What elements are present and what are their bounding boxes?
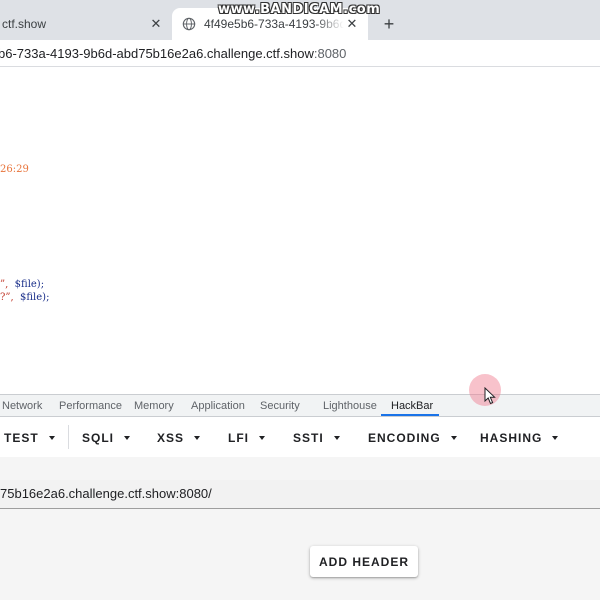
code-timestamp: 26:29: [0, 164, 29, 175]
devtools-tab-network[interactable]: Network: [2, 400, 42, 412]
hackbar-panel: [0, 457, 600, 600]
caret-down-icon: [552, 435, 559, 440]
caret-down-icon: [259, 435, 265, 440]
menu-label: TEST: [4, 431, 39, 445]
menu-label: ENCODING: [368, 431, 441, 445]
url-port: :8080: [313, 45, 347, 61]
active-tab-indicator: [381, 414, 439, 416]
code-variable: $file);: [14, 279, 45, 290]
hackbar-menu-ssti[interactable]: SSTI: [293, 431, 340, 445]
close-icon[interactable]: ✕: [148, 16, 164, 32]
hackbar-toolbar: TEST SQLI XSS LFI SSTI ENCODING HASHING: [0, 417, 600, 457]
address-bar[interactable]: b6-733a-4193-9b6d-abd75b16e2a6.challenge…: [0, 40, 600, 67]
devtools-tab-performance[interactable]: Performance: [59, 400, 122, 412]
toolbar-divider: [68, 425, 69, 449]
hackbar-menu-encoding[interactable]: ENCODING: [368, 431, 457, 445]
hackbar-url-value: 75b16e2a6.challenge.ctf.show:8080/: [0, 486, 212, 501]
caret-down-icon: [48, 435, 55, 440]
caret-down-icon: [194, 435, 201, 440]
url-host: b6-733a-4193-9b6d-abd75b16e2a6.challenge…: [0, 45, 314, 61]
code-string: ?”,: [0, 292, 14, 303]
caret-down-icon: [124, 435, 131, 440]
hackbar-menu-test[interactable]: TEST: [4, 431, 55, 445]
hackbar-menu-lfi[interactable]: LFI: [228, 431, 265, 445]
code-line: ?”, $file);: [0, 292, 49, 303]
close-icon[interactable]: ✕: [344, 16, 360, 32]
tab-title: ctf.show: [2, 17, 47, 31]
hackbar-menu-hashing[interactable]: HASHING: [480, 431, 559, 445]
hackbar-menu-xss[interactable]: XSS: [157, 431, 201, 445]
new-tab-button[interactable]: +: [378, 13, 400, 35]
bandicam-watermark: www.BANDICAM.com: [218, 2, 381, 17]
caret-down-icon: [333, 435, 340, 440]
menu-label: XSS: [157, 431, 185, 445]
add-header-button[interactable]: ADD HEADER: [310, 546, 418, 577]
menu-label: HASHING: [480, 431, 543, 445]
caret-down-icon: [450, 435, 457, 440]
code-line: ”, $file);: [0, 279, 44, 290]
globe-icon: [182, 17, 196, 31]
devtools-tab-bar: Network Performance Memory Application S…: [0, 394, 600, 417]
menu-label: LFI: [228, 431, 249, 445]
devtools-tab-lighthouse[interactable]: Lighthouse: [323, 400, 377, 412]
code-string: ”,: [0, 279, 9, 290]
menu-label: SQLI: [82, 431, 115, 445]
code-variable: $file);: [20, 292, 50, 303]
mouse-pointer-icon: [484, 387, 496, 405]
tab-title: 4f49e5b6-733a-4193-9b6d-abd75b16e2a6.cha…: [204, 17, 344, 31]
hackbar-menu-sqli[interactable]: SQLI: [82, 431, 131, 445]
browser-tab-ctfshow[interactable]: ctf.show ✕: [0, 8, 172, 40]
devtools-tab-security[interactable]: Security: [260, 400, 300, 412]
devtools-tab-application[interactable]: Application: [191, 400, 245, 412]
url-text[interactable]: b6-733a-4193-9b6d-abd75b16e2a6.challenge…: [0, 46, 346, 61]
devtools-tab-memory[interactable]: Memory: [134, 400, 174, 412]
hackbar-url-field[interactable]: 75b16e2a6.challenge.ctf.show:8080/: [0, 480, 600, 509]
menu-label: SSTI: [293, 431, 324, 445]
devtools-tab-hackbar[interactable]: HackBar: [391, 400, 433, 412]
